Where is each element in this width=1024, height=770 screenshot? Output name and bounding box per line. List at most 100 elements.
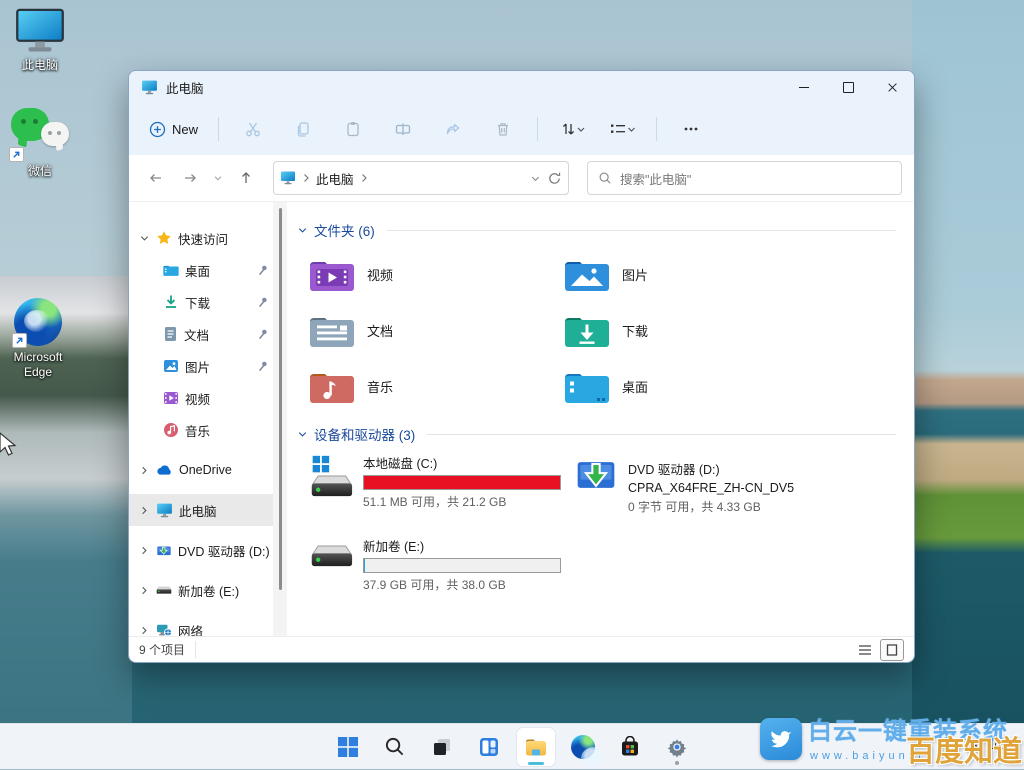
sidebar-item-network[interactable]: 网络 [129, 614, 273, 636]
copy-button[interactable] [279, 111, 327, 147]
star-icon [156, 230, 172, 246]
drive-caption: 0 字节 可用，共 4.33 GB [628, 498, 794, 515]
folder-tile-videos[interactable]: 视频 [309, 246, 564, 302]
folder-tile-music[interactable]: 音乐 [309, 358, 564, 414]
devices-grid: 本地磁盘 (C:) 51.1 MB 可用，共 21.2 GB DVD 驱动器 (… [309, 452, 896, 593]
folder-tile-downloads[interactable]: 下载 [564, 302, 819, 358]
sidebar-item-pictures[interactable]: 图片 [129, 350, 273, 382]
breadcrumb-chevron-icon [360, 173, 368, 183]
back-button[interactable] [141, 163, 171, 193]
desktop-icon-this-pc[interactable]: 此电脑 [2, 8, 78, 73]
section-header-folders[interactable]: 文件夹 (6) [297, 220, 896, 240]
sidebar-item-this-pc[interactable]: 此电脑 [129, 494, 273, 526]
file-explorer-button[interactable] [517, 728, 555, 766]
trash-icon [494, 120, 512, 138]
cut-button[interactable] [229, 111, 277, 147]
edge-button[interactable] [564, 728, 602, 766]
sidebar-item-new-volume[interactable]: 新加卷 (E:) [129, 574, 273, 606]
sidebar-item-music[interactable]: 音乐 [129, 414, 273, 446]
search-button[interactable] [376, 728, 414, 766]
sidebar-scrollbar[interactable] [273, 202, 287, 636]
sidebar-item-quick-access[interactable]: 快速访问 [129, 222, 273, 254]
music-folder-icon [309, 368, 355, 404]
chevron-right-icon[interactable] [139, 585, 150, 596]
search-input[interactable]: 搜索"此电脑" [587, 161, 902, 195]
up-button[interactable] [231, 163, 261, 193]
scrollbar-thumb[interactable] [279, 208, 282, 590]
drive-tile-e[interactable]: 新加卷 (E:) 37.9 GB 可用，共 38.0 GB [309, 522, 574, 593]
capacity-bar [363, 475, 561, 490]
sidebar-item-documents[interactable]: 文档 [129, 318, 273, 350]
address-bar[interactable]: 此电脑 [273, 161, 569, 195]
share-icon [444, 120, 462, 138]
folder-tile-documents[interactable]: 文档 [309, 302, 564, 358]
details-view-button[interactable] [854, 640, 876, 660]
store-button[interactable] [611, 728, 649, 766]
sort-button[interactable] [548, 111, 596, 147]
search-icon [384, 736, 405, 757]
task-view-button[interactable] [423, 728, 461, 766]
chevron-right-icon[interactable] [139, 625, 150, 636]
hard-drive-icon [156, 585, 172, 595]
forward-button[interactable] [175, 163, 205, 193]
folder-tile-pictures[interactable]: 图片 [564, 246, 819, 302]
folder-tile-desktop[interactable]: 桌面 [564, 358, 819, 414]
sidebar-item-label: 视频 [185, 389, 269, 408]
desktop-icon-edge[interactable]: Microsoft Edge [0, 298, 76, 380]
share-button[interactable] [429, 111, 477, 147]
more-options-button[interactable] [667, 111, 715, 147]
maximize-icon [843, 82, 854, 93]
start-button[interactable] [329, 728, 367, 766]
maximize-button[interactable] [826, 71, 870, 103]
section-header-devices[interactable]: 设备和驱动器 (3) [297, 424, 896, 444]
chevron-right-icon[interactable] [139, 505, 150, 516]
videos-folder-icon [309, 256, 355, 292]
sidebar-item-downloads[interactable]: 下载 [129, 286, 273, 318]
recent-locations-button[interactable] [209, 163, 227, 193]
sidebar-item-videos[interactable]: 视频 [129, 382, 273, 414]
search-placeholder: 搜索"此电脑" [620, 169, 691, 188]
widgets-button[interactable] [470, 728, 508, 766]
sidebar-item-dvd-drive[interactable]: DVD 驱动器 (D:) [129, 534, 273, 566]
chevron-down-icon[interactable] [139, 233, 150, 244]
sidebar-item-desktop[interactable]: 桌面 [129, 254, 273, 286]
folder-tile-label: 视频 [367, 265, 393, 284]
desktop-icon-wechat[interactable]: 微信 [2, 108, 78, 179]
new-button[interactable]: New [139, 111, 208, 147]
breadcrumb-item[interactable]: 此电脑 [316, 169, 354, 188]
drive-tile-dvd[interactable]: DVD 驱动器 (D:) CPRA_X64FRE_ZH-CN_DV5 0 字节 … [574, 452, 874, 518]
refresh-icon[interactable] [547, 171, 562, 186]
file-explorer-icon [524, 736, 548, 758]
sidebar-item-label: 文档 [184, 325, 251, 344]
rename-button[interactable] [379, 111, 427, 147]
status-bar: 9 个项目 [129, 636, 914, 662]
search-icon [598, 171, 612, 185]
chevron-right-icon[interactable] [139, 465, 150, 476]
windows-logo-icon [337, 736, 359, 758]
large-icons-view-button[interactable] [880, 639, 904, 661]
sidebar-item-onedrive[interactable]: OneDrive [129, 454, 273, 486]
close-button[interactable] [870, 71, 914, 103]
chevron-down-icon[interactable] [297, 429, 308, 440]
drive-tile-c[interactable]: 本地磁盘 (C:) 51.1 MB 可用，共 21.2 GB [309, 452, 574, 518]
address-dropdown-icon[interactable] [530, 173, 541, 184]
sidebar-item-label: 音乐 [185, 421, 269, 440]
wechat-icon [11, 108, 69, 160]
drive-name: DVD 驱动器 (D:) [628, 459, 794, 478]
settings-button[interactable] [658, 728, 696, 766]
title-bar[interactable]: 此电脑 [129, 71, 914, 103]
delete-button[interactable] [479, 111, 527, 147]
paste-button[interactable] [329, 111, 377, 147]
desktop-folder-icon [564, 368, 610, 404]
drive-volume-label: CPRA_X64FRE_ZH-CN_DV5 [628, 481, 794, 495]
minimize-button[interactable] [782, 71, 826, 103]
chevron-down-icon[interactable] [297, 225, 308, 236]
pin-icon [257, 328, 269, 340]
drive-caption: 51.1 MB 可用，共 21.2 GB [363, 493, 561, 510]
view-button[interactable] [598, 111, 646, 147]
content-pane: 文件夹 (6) 视频 [287, 202, 914, 636]
chevron-right-icon[interactable] [139, 545, 150, 556]
sidebar-item-label: 新加卷 (E:) [178, 581, 269, 600]
toolbar-separator [537, 117, 538, 141]
rename-icon [394, 120, 412, 138]
